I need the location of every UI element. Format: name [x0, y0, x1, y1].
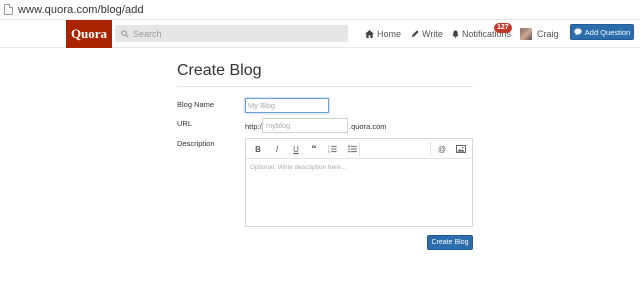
url-suffix: .quora.com: [349, 122, 387, 131]
pencil-icon: [411, 30, 419, 38]
nav-home[interactable]: Home: [365, 20, 401, 48]
unordered-list-button[interactable]: [346, 142, 358, 156]
description-textarea[interactable]: Optional: Write description here...: [246, 159, 472, 176]
nav-user-name: Craig: [537, 29, 559, 39]
toolbar-separator: [430, 142, 431, 156]
toolbar-separator: [359, 142, 360, 156]
blog-name-input[interactable]: [245, 98, 329, 113]
url-input[interactable]: [262, 118, 348, 133]
create-blog-button[interactable]: Create Blog: [427, 235, 473, 250]
browser-address-bar[interactable]: www.quora.com/blog/add: [0, 0, 640, 20]
top-navigation: Quora Home Write Notifications Craig: [0, 20, 640, 48]
search-icon: [119, 28, 131, 40]
bold-button[interactable]: B: [252, 142, 264, 156]
editor-toolbar: B I U “ 123 @: [246, 139, 472, 159]
speech-bubble-icon: [574, 28, 582, 36]
ordered-list-button[interactable]: 123: [326, 142, 338, 156]
ordered-list-icon: 123: [328, 145, 337, 153]
nav-user-profile[interactable]: Craig: [520, 20, 559, 48]
page-icon: [4, 4, 13, 15]
add-question-button[interactable]: Add Question: [570, 24, 634, 40]
blog-name-label: Blog Name: [177, 100, 215, 109]
search-box[interactable]: [115, 25, 348, 42]
title-divider: [177, 86, 473, 87]
italic-button[interactable]: I: [271, 142, 283, 156]
unordered-list-icon: [347, 145, 357, 153]
description-editor[interactable]: B I U “ 123 @ Optional: Write descriptio…: [245, 138, 473, 227]
underline-button[interactable]: U: [290, 142, 302, 156]
address-url[interactable]: www.quora.com/blog/add: [18, 4, 144, 16]
page-title: Create Blog: [177, 62, 262, 79]
url-prefix: http://: [245, 122, 264, 131]
image-icon: [456, 145, 466, 153]
home-icon: [365, 30, 374, 38]
bell-icon: [452, 30, 459, 38]
svg-text:3: 3: [328, 150, 330, 153]
avatar: [520, 28, 532, 40]
nav-write[interactable]: Write: [411, 20, 443, 48]
quote-button[interactable]: “: [308, 142, 320, 156]
notifications-count-badge: 127: [494, 23, 512, 33]
description-label: Description: [177, 139, 215, 148]
search-input[interactable]: [133, 28, 343, 39]
mention-button[interactable]: @: [436, 142, 448, 156]
insert-image-button[interactable]: [455, 142, 467, 156]
nav-write-label: Write: [422, 29, 443, 39]
add-question-label: Add Question: [584, 27, 631, 37]
url-label: URL: [177, 119, 193, 128]
quora-logo[interactable]: Quora: [66, 20, 112, 48]
nav-home-label: Home: [377, 29, 402, 39]
